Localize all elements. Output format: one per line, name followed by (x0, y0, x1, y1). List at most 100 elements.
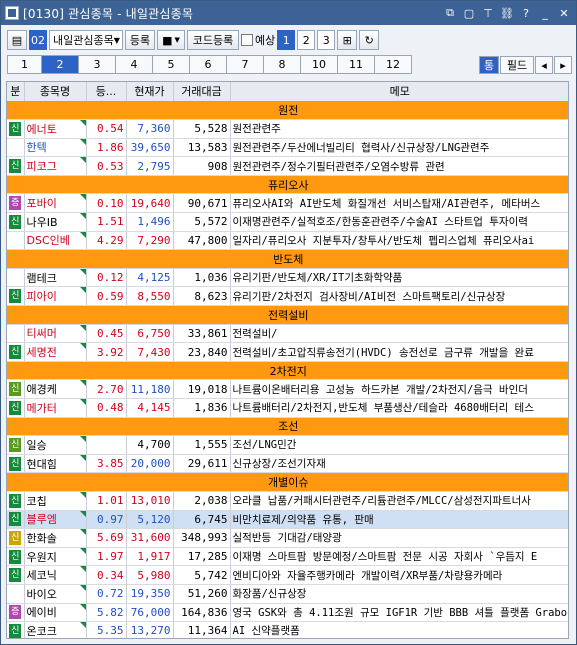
register-button[interactable]: 등록 (125, 30, 155, 50)
col-header-type[interactable]: 분 (7, 82, 25, 102)
tab-7[interactable]: 7 (227, 54, 264, 74)
restore-icon[interactable]: ⧉ (442, 5, 458, 21)
square-menu-button[interactable]: ■ ▼ (157, 30, 185, 50)
stock-name[interactable]: 한텍 (24, 138, 87, 158)
group-select[interactable]: 내일관심종목 ▼ (49, 30, 123, 50)
memo[interactable]: 일자리/퓨리오사 지분투자/창투사/반도체 펩리스업체 퓨리오사ai (230, 231, 568, 251)
stock-row[interactable]: 램테크 0.12 4,125 1,036 유리기판/반도체/XR/IT기초화학약품 (7, 268, 568, 288)
refresh-icon[interactable]: ↻ (359, 30, 380, 50)
stock-name[interactable]: 애경케 (24, 379, 87, 399)
memo[interactable]: 영국 GSK와 총 4.11조원 규모 IGF1R 기반 BBB 셔틀 플랫폼 … (230, 603, 568, 623)
stock-name[interactable]: 바이오 (24, 584, 87, 604)
memo[interactable]: 유리기판/2차전지 검사장비/AI비전 스마트팩토리/신규상장 (230, 286, 568, 307)
stock-name[interactable]: 포바이 (24, 193, 87, 214)
memo[interactable]: 전력설비/초고압직류송전기(HVDC) 송전선로 금구류 개발을 완료 (230, 342, 568, 362)
stock-name[interactable]: 우원지 (24, 547, 87, 567)
tab-5[interactable]: 5 (153, 54, 190, 74)
stock-row[interactable]: 신 블루엠 0.97 5,120 6,745 비만치료제/의약품 유통, 판매 (7, 510, 568, 530)
tab-6[interactable]: 6 (190, 54, 227, 74)
list-icon[interactable]: ▤ (7, 30, 27, 50)
memo[interactable]: 원전관련주 (230, 119, 568, 139)
window-icon[interactable]: ▢ (461, 5, 477, 21)
memo[interactable]: 이재명관련주/실적호조/한동훈관련주/수술AI 스타트업 투자이력 (230, 212, 568, 232)
stock-row[interactable]: 한텍 1.86 39,650 13,583 원전관련주/두산에너빌리티 협력사/신규상장… (7, 138, 568, 158)
stock-row[interactable]: 티써머 0.45 6,750 33,861 전력설비/ (7, 324, 568, 344)
stock-name[interactable]: 세코닉 (24, 565, 87, 585)
memo[interactable]: 조선/LNG민간 (230, 435, 568, 455)
field-button[interactable]: 필드 (500, 56, 534, 74)
stock-name[interactable]: 피아이 (24, 286, 87, 307)
stock-row[interactable]: 바이오 0.72 19,350 51,260 화장품/신규상장 (7, 584, 568, 604)
stock-row[interactable]: 신 피코그 0.53 2,795 908 원전관련주/정수기필터관련주/오염수방류 관련 (7, 156, 568, 176)
memo[interactable]: 원전관련주/정수기필터관련주/오염수방류 관련 (230, 156, 568, 176)
tab-11[interactable]: 11 (338, 54, 375, 74)
memo[interactable]: 화장품/신규상장 (230, 584, 568, 604)
stock-name[interactable]: 한화솔 (24, 528, 87, 548)
stock-name[interactable]: 세명전 (24, 342, 87, 362)
memo[interactable]: 비만치료제/의약품 유통, 판매 (230, 510, 568, 530)
stock-row[interactable]: 신 우원지 1.97 1,917 17,285 이재명 스마트팜 방문예정/스마트팜 전문… (7, 547, 568, 567)
help-icon[interactable]: ? (518, 5, 534, 21)
tab-3[interactable]: 3 (79, 54, 116, 74)
tab-8[interactable]: 8 (264, 54, 301, 74)
stock-name[interactable]: 온코크 (24, 621, 87, 638)
stock-row[interactable]: 신 애경케 2.70 11,180 19,018 나트륨이온배터리용 고성능 하드카본 개… (7, 379, 568, 399)
memo[interactable]: 오라클 납품/커패시터관련주/리튬관련주/MLCC/삼성전지파트너사 (230, 491, 568, 511)
col-header-price[interactable]: 현재가 (126, 82, 174, 102)
memo[interactable]: 실적반등 기대감/태양광 (230, 528, 568, 548)
forecast-checkbox[interactable] (241, 34, 253, 46)
code-register-button[interactable]: 코드등록 (187, 30, 239, 50)
all-button[interactable]: 통 (479, 56, 499, 74)
stock-name[interactable]: 나우IB (24, 212, 87, 232)
memo[interactable]: 엔비디아와 자율주행카메라 개발이력/XR부품/차량용카메라 (230, 565, 568, 585)
stock-name[interactable]: 에이비 (24, 603, 87, 623)
memo[interactable]: 퓨리오사AI와 AI반도체 화질개선 서비스탑재/AI관련주, 메타버스 (230, 193, 568, 214)
stock-row[interactable]: 증 에이비 5.82 76,000 164,836 영국 GSK와 총 4.11조원 규모… (7, 603, 568, 623)
memo[interactable]: 나트륨배터리/2차전지,반도체 부품생산/테슬라 4680배터리 테스 (230, 398, 568, 418)
stock-row[interactable]: 신 나우IB 1.51 1,496 5,572 이재명관련주/실적호조/한동훈관련주/수술… (7, 212, 568, 232)
tab-10[interactable]: 10 (301, 54, 338, 74)
chevron-left-icon[interactable]: ◂ (535, 56, 553, 74)
col-header-rate[interactable]: 등... (86, 82, 127, 102)
stock-row[interactable]: 신 일승 4,700 1,555 조선/LNG민간 (7, 435, 568, 455)
stock-row[interactable]: 신 세코닉 0.34 5,980 5,742 엔비디아와 자율주행카메라 개발이력/XR부… (7, 565, 568, 585)
stock-name[interactable]: 블루엠 (24, 510, 87, 530)
col-header-name[interactable]: 종목명 (24, 82, 87, 102)
stock-row[interactable]: DSC인베 4.29 7,290 47,800 일자리/퓨리오사 지분투자/창투사/반도… (7, 231, 568, 251)
group-number[interactable]: 02 (29, 30, 47, 50)
stock-row[interactable]: 신 메가터 0.48 4,145 1,836 나트륨배터리/2차전지,반도체 부품생산/테… (7, 398, 568, 418)
tab-1[interactable]: 1 (7, 54, 42, 74)
tab-12[interactable]: 12 (375, 54, 412, 74)
memo[interactable]: 유리기판/반도체/XR/IT기초화학약품 (230, 268, 568, 288)
stock-name[interactable]: 램테크 (24, 268, 87, 288)
stock-row[interactable]: 증 포바이 0.10 19,640 90,671 퓨리오사AI와 AI반도체 화질개선 서… (7, 193, 568, 214)
watchlist-grid[interactable]: 분 종목명 등... 현재가 거래대금 메모 원전 신 에너토 0.54 7,360 5,… (6, 81, 569, 639)
stock-row[interactable]: 신 피아이 0.59 8,550 8,623 유리기판/2차전지 검사장비/AI비전 스마… (7, 286, 568, 307)
memo[interactable]: 전력설비/ (230, 324, 568, 344)
stock-row[interactable]: 신 에너토 0.54 7,360 5,528 원전관련주 (7, 119, 568, 139)
memo[interactable]: 원전관련주/두산에너빌리티 협력사/신규상장/LNG관련주 (230, 138, 568, 158)
minimize-icon[interactable]: _ (537, 5, 553, 21)
memo[interactable]: AI 신약플랫폼 (230, 621, 568, 638)
stock-name[interactable]: 티써머 (24, 324, 87, 344)
stock-row[interactable]: 신 코칩 1.01 13,010 2,038 오라클 납품/커패시터관련주/리튬관련주/M… (7, 491, 568, 511)
stock-name[interactable]: 코칩 (24, 491, 87, 511)
page-button-1[interactable]: 1 (277, 30, 296, 50)
link-icon[interactable]: ⛓ (499, 5, 515, 21)
stock-name[interactable]: 에너토 (24, 119, 87, 139)
col-header-volume[interactable]: 거래대금 (173, 82, 231, 102)
stock-name[interactable]: 일승 (24, 435, 87, 455)
close-icon[interactable]: ✕ (556, 5, 572, 21)
memo[interactable]: 이재명 스마트팜 방문예정/스마트팜 전문 시공 자회사 `우듬지 E (230, 547, 568, 567)
tab-2[interactable]: 2 (42, 54, 79, 74)
title-bar[interactable]: [0130] 관심종목 - 내일관심종목 ⧉ ▢ ⊤ ⛓ ? _ ✕ (1, 1, 576, 25)
page-button-2[interactable]: 2 (297, 30, 316, 50)
chevron-right-icon[interactable]: ▸ (554, 56, 572, 74)
stock-row[interactable]: 신 세명전 3.92 7,430 23,840 전력설비/초고압직류송전기(HVDC) 송… (7, 342, 568, 362)
memo[interactable]: 신규상장/조선기자재 (230, 454, 568, 474)
stock-name[interactable]: 현대힘 (24, 454, 87, 474)
stock-name[interactable]: DSC인베 (24, 231, 87, 251)
forecast-toggle[interactable]: 예상 (241, 32, 275, 48)
pin-icon[interactable]: ⊤ (480, 5, 496, 21)
stock-name[interactable]: 피코그 (24, 156, 87, 176)
